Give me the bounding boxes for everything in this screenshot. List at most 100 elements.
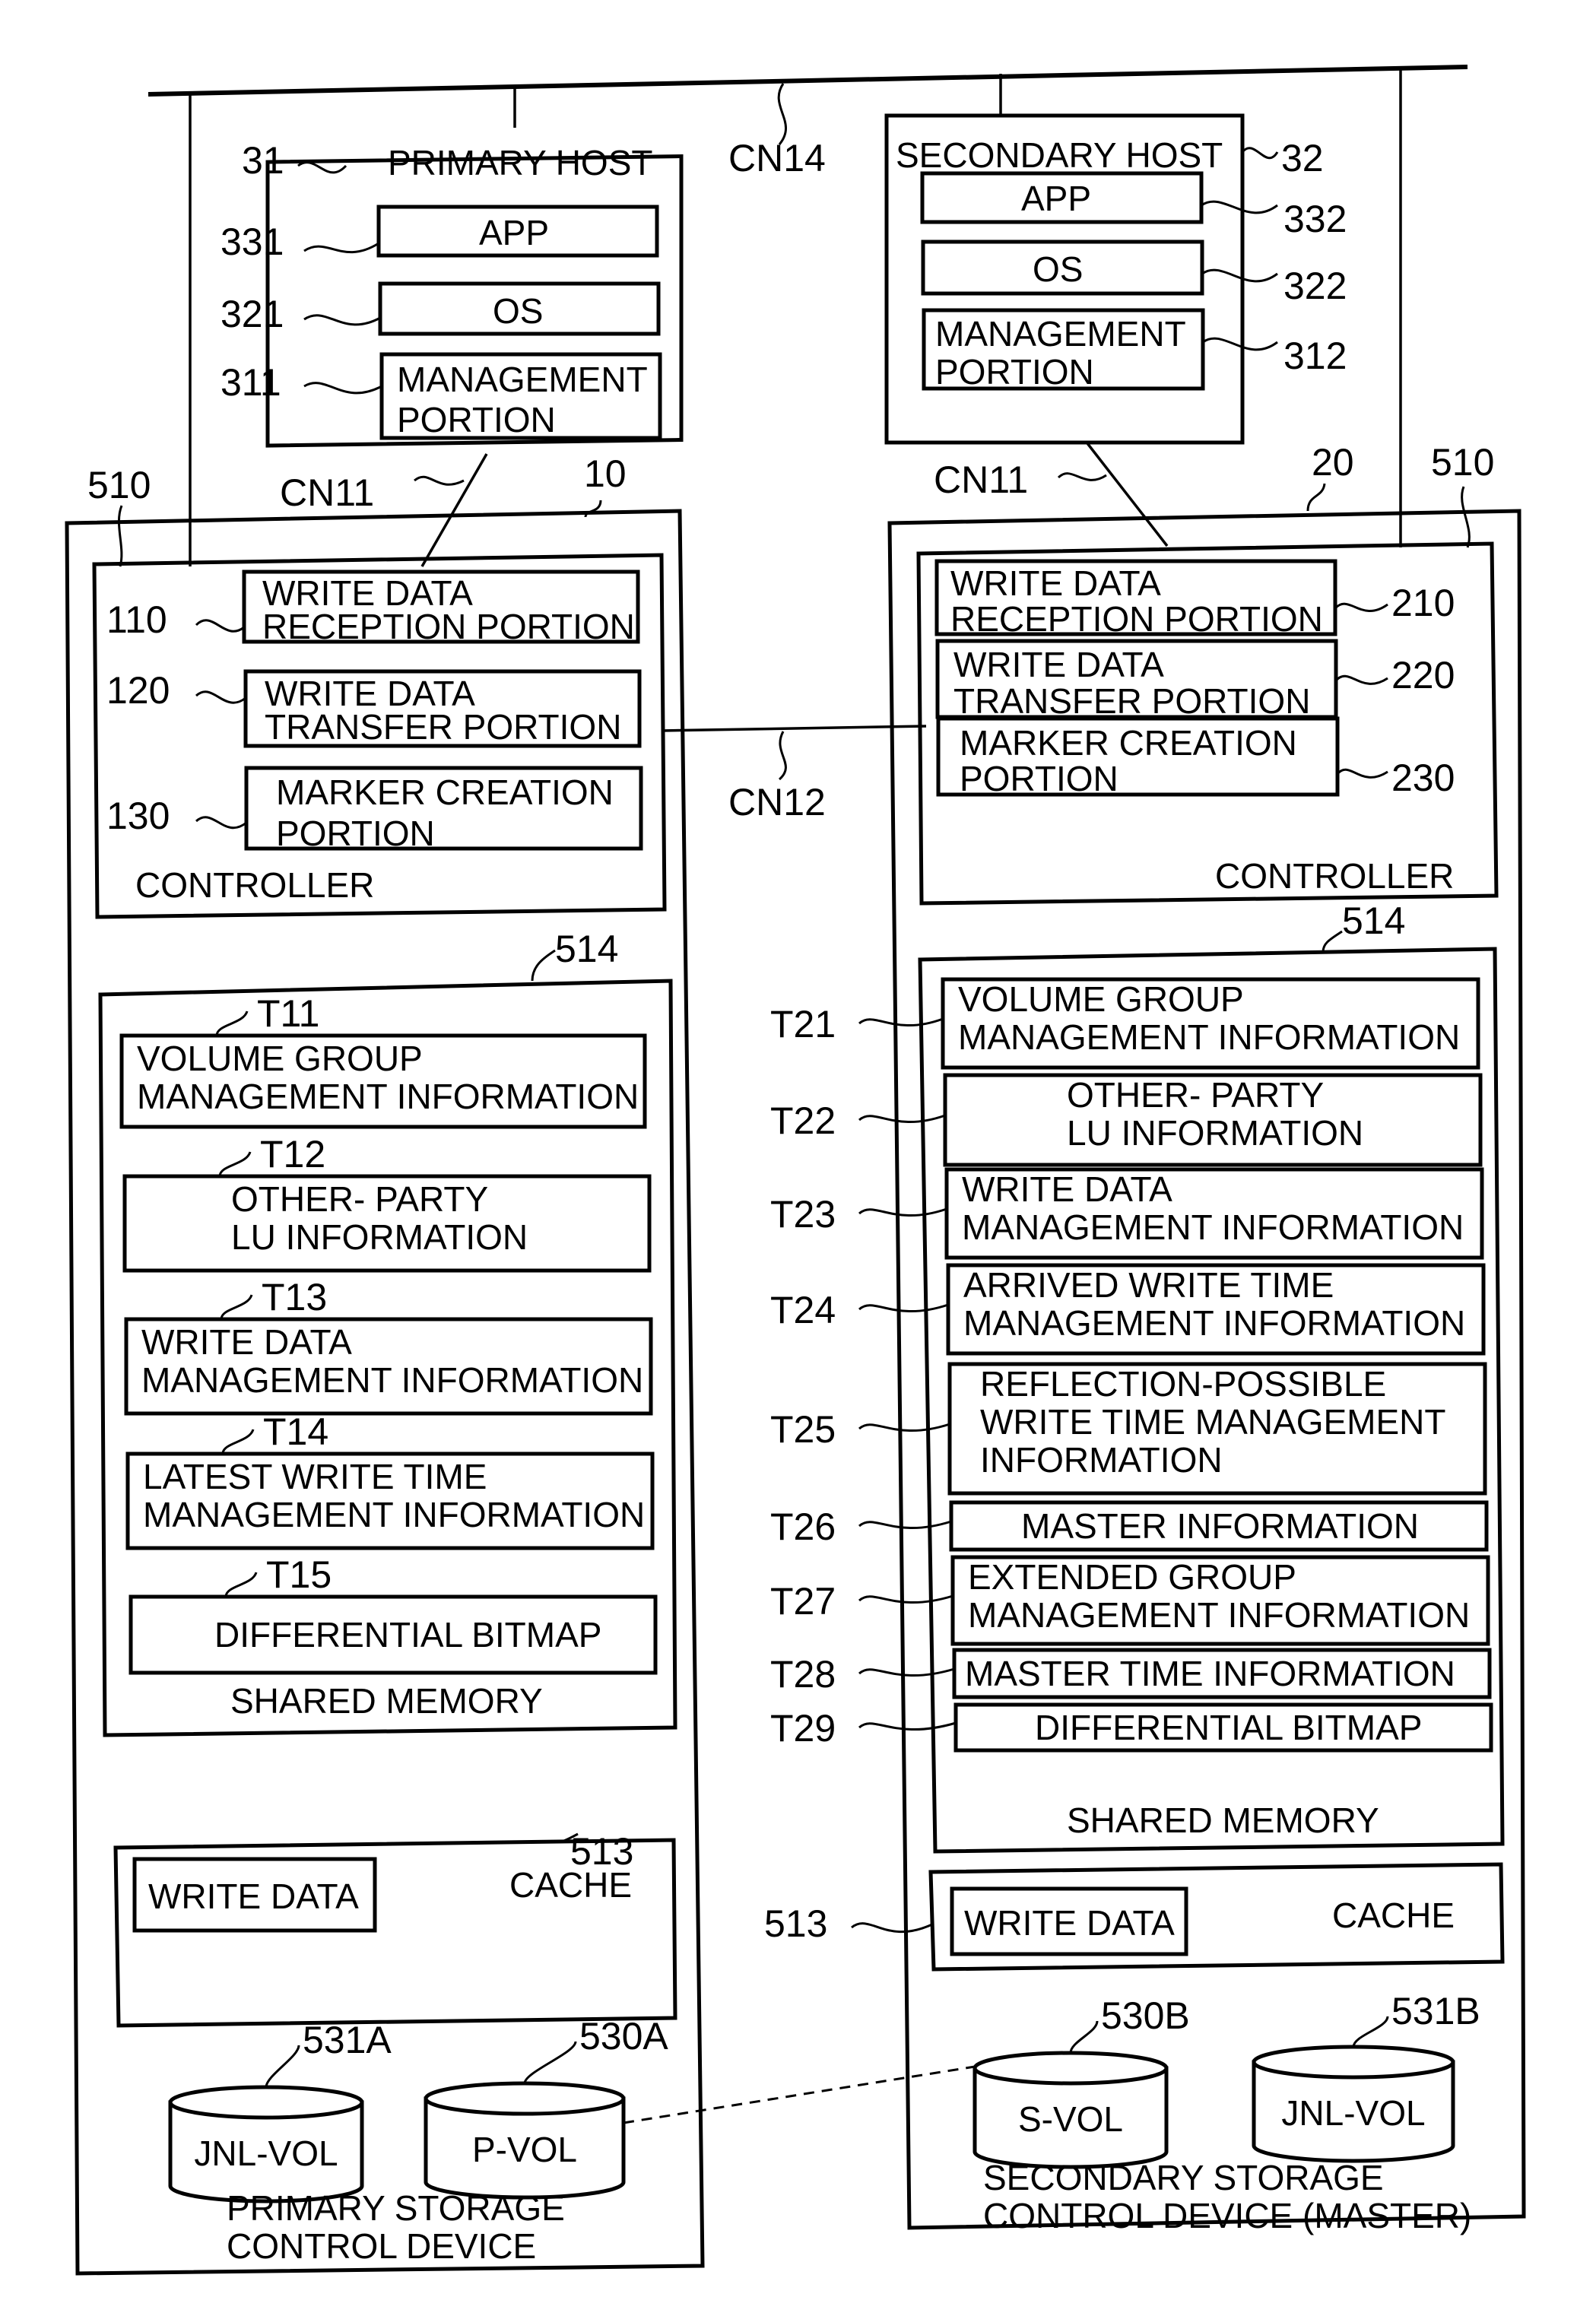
secondary-storage-title-line2: CONTROL DEVICE (MASTER) bbox=[983, 2196, 1471, 2235]
volume-s-vol: S-VOL 530B bbox=[973, 1994, 1190, 2169]
cylinder-top bbox=[168, 2085, 364, 2120]
volume-jnl-vol: JNL-VOL 531B bbox=[1252, 1990, 1480, 2163]
volume-ref: 530A bbox=[579, 2015, 668, 2057]
secondary-portion-220-line1: WRITE DATA bbox=[953, 645, 1164, 684]
primary-portion-130-line1: MARKER CREATION bbox=[276, 773, 614, 812]
volume-p-vol: P-VOL 530A bbox=[424, 2015, 668, 2200]
table-ref: T26 bbox=[770, 1505, 836, 1548]
secondary-host-app-label: APP bbox=[1021, 179, 1091, 218]
storage-system-diagram: CN14 PRIMARY HOST 31 APP 331 OS 321 MANA… bbox=[65, 65, 1526, 2276]
table-ref: T13 bbox=[262, 1276, 327, 1318]
primary-table-list: VOLUME GROUPMANAGEMENT INFORMATIONT11OTH… bbox=[119, 992, 658, 1675]
secondary-510-ref: 510 bbox=[1431, 441, 1494, 484]
secondary-host-title: SECONDARY HOST bbox=[896, 135, 1223, 175]
primary-portion-120-line2: TRANSFER PORTION bbox=[265, 707, 621, 747]
table-ref: T12 bbox=[260, 1133, 325, 1175]
secondary-table-t29: DIFFERENTIAL BITMAP T29 bbox=[770, 1702, 1493, 1753]
primary-table-t15: DIFFERENTIAL BITMAP T15 bbox=[129, 1553, 658, 1675]
cn11-left-label: CN11 bbox=[280, 471, 374, 514]
secondary-host-mgmt-ref: 312 bbox=[1283, 335, 1347, 377]
secondary-shared-memory-ref: 514 bbox=[1342, 899, 1405, 942]
volume-label: JNL-VOL bbox=[1281, 2093, 1425, 2133]
cylinder-top bbox=[1252, 2045, 1455, 2080]
secondary-table-t25: REFLECTION-POSSIBLEWRITE TIME MANAGEMENT… bbox=[770, 1362, 1487, 1496]
secondary-portion-220-line2: TRANSFER PORTION bbox=[953, 681, 1310, 721]
cn11-right-label: CN11 bbox=[934, 458, 1028, 501]
secondary-host-ref: 32 bbox=[1281, 137, 1324, 179]
secondary-host-os-label: OS bbox=[1033, 249, 1083, 289]
primary-host: PRIMARY HOST 31 APP 331 OS 321 MANAGEMEN… bbox=[221, 139, 684, 448]
cn14-label: CN14 bbox=[728, 137, 826, 179]
primary-cache-ref: 513 bbox=[570, 1830, 633, 1873]
table-label-line: MANAGEMENT INFORMATION bbox=[143, 1495, 645, 1534]
secondary-storage-device: 20 510 CONTROLLER WRITE DATA RECEPTION P… bbox=[764, 441, 1526, 2235]
primary-510-ref: 510 bbox=[87, 464, 151, 506]
volume-label: S-VOL bbox=[1018, 2099, 1123, 2139]
primary-table-t12: OTHER- PARTYLU INFORMATION T12 bbox=[122, 1133, 652, 1273]
table-ref: T15 bbox=[266, 1553, 332, 1596]
primary-host-os-ref: 321 bbox=[221, 293, 284, 335]
secondary-shared-memory-label: SHARED MEMORY bbox=[1067, 1800, 1379, 1840]
secondary-cache-ref: 513 bbox=[764, 1902, 827, 1945]
primary-portion-130-ref: 130 bbox=[106, 795, 170, 837]
table-ref: T23 bbox=[770, 1193, 836, 1236]
secondary-storage-ref: 20 bbox=[1312, 441, 1354, 484]
volume-ref: 531B bbox=[1391, 1990, 1480, 2032]
table-label-line: VOLUME GROUP bbox=[958, 979, 1244, 1019]
table-label-line: OTHER- PARTY bbox=[231, 1179, 488, 1219]
volume-label: JNL-VOL bbox=[194, 2134, 338, 2173]
cylinder-top bbox=[424, 2081, 626, 2116]
primary-table-t11: VOLUME GROUPMANAGEMENT INFORMATION T11 bbox=[119, 992, 647, 1129]
table-label-line: WRITE TIME MANAGEMENT bbox=[980, 1402, 1446, 1442]
primary-controller-label: CONTROLLER bbox=[135, 865, 374, 905]
table-label-line: MASTER TIME INFORMATION bbox=[965, 1654, 1455, 1693]
secondary-portion-230-ref: 230 bbox=[1391, 757, 1455, 799]
secondary-table-t23: WRITE DATAMANAGEMENT INFORMATION T23 bbox=[770, 1167, 1484, 1260]
cn14-leader bbox=[777, 83, 787, 145]
table-ref: T22 bbox=[770, 1099, 836, 1142]
primary-volume-list: JNL-VOL 531A P-VOL 530A bbox=[168, 2015, 668, 2203]
primary-shared-memory-ref: 514 bbox=[555, 928, 618, 970]
secondary-host-mgmt-line1: MANAGEMENT bbox=[935, 314, 1186, 354]
primary-host-app-ref: 331 bbox=[221, 220, 284, 263]
secondary-table-list: VOLUME GROUPMANAGEMENT INFORMATIONT21OTH… bbox=[770, 977, 1493, 1753]
primary-host-mgmt-line1: MANAGEMENT bbox=[397, 360, 648, 399]
table-ref: T14 bbox=[263, 1410, 328, 1453]
primary-host-app-label: APP bbox=[479, 213, 549, 252]
secondary-portion-210-line2: RECEPTION PORTION bbox=[950, 599, 1323, 639]
table-label-line: EXTENDED GROUP bbox=[968, 1557, 1296, 1597]
secondary-cache-label: CACHE bbox=[1332, 1896, 1455, 1935]
secondary-table-t24: ARRIVED WRITE TIMEMANAGEMENT INFORMATION… bbox=[770, 1263, 1486, 1356]
cn12-line bbox=[661, 725, 927, 732]
table-ref: T28 bbox=[770, 1653, 836, 1696]
secondary-cache-write-data-label: WRITE DATA bbox=[964, 1903, 1175, 1943]
secondary-table-t22: OTHER- PARTYLU INFORMATION T22 bbox=[770, 1073, 1483, 1167]
primary-host-title: PRIMARY HOST bbox=[388, 143, 652, 182]
table-label-line: LU INFORMATION bbox=[1067, 1113, 1363, 1153]
primary-storage-ref: 10 bbox=[584, 452, 627, 495]
secondary-portion-230-line1: MARKER CREATION bbox=[960, 723, 1297, 763]
cylinder-top bbox=[973, 2051, 1169, 2086]
primary-host-mgmt-line2: PORTION bbox=[397, 400, 556, 439]
table-ref: T11 bbox=[257, 992, 319, 1035]
table-label-line: MASTER INFORMATION bbox=[1021, 1506, 1419, 1546]
secondary-storage-title-line1: SECONDARY STORAGE bbox=[983, 2158, 1384, 2197]
table-ref: T27 bbox=[770, 1580, 836, 1623]
table-ref: T25 bbox=[770, 1408, 836, 1451]
primary-storage-device: 10 510 CONTROLLER WRITE DATA RECEPTION P… bbox=[65, 452, 705, 2276]
secondary-portion-210-line1: WRITE DATA bbox=[950, 563, 1161, 603]
table-label-line: DIFFERENTIAL BITMAP bbox=[214, 1615, 601, 1655]
cn11-primary-line bbox=[420, 453, 488, 567]
secondary-table-t21: VOLUME GROUPMANAGEMENT INFORMATION T21 bbox=[770, 977, 1480, 1070]
secondary-host-os-ref: 322 bbox=[1283, 265, 1347, 307]
cn14-bus-line bbox=[148, 65, 1468, 97]
secondary-table-t28: MASTER TIME INFORMATION T28 bbox=[770, 1648, 1492, 1699]
secondary-table-t26: MASTER INFORMATION T26 bbox=[770, 1500, 1489, 1552]
secondary-host: SECONDARY HOST 32 APP 332 OS 322 MANAGEM… bbox=[884, 113, 1347, 445]
cn12-label: CN12 bbox=[728, 781, 826, 823]
table-label-line: MANAGEMENT INFORMATION bbox=[137, 1077, 639, 1116]
table-label-line: MANAGEMENT INFORMATION bbox=[968, 1595, 1470, 1635]
table-label-line: LU INFORMATION bbox=[231, 1217, 528, 1257]
primary-storage-title-line2: CONTROL DEVICE bbox=[227, 2226, 536, 2266]
secondary-host-mgmt-line2: PORTION bbox=[935, 352, 1094, 392]
